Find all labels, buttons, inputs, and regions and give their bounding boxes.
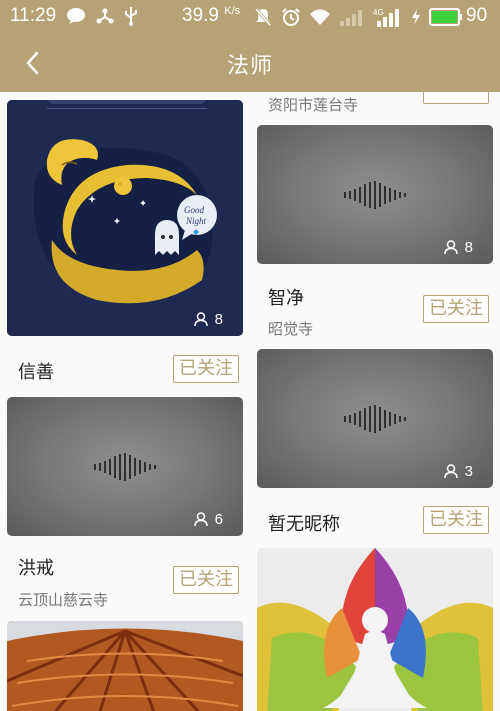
pavilion-roof-image bbox=[7, 621, 243, 711]
person-icon bbox=[443, 464, 458, 479]
status-bar: 11:29 39.9 K/s 4G 90 bbox=[0, 0, 500, 34]
master-card-photo[interactable] bbox=[7, 621, 243, 711]
master-card-illustration[interactable]: Good Night 8 bbox=[7, 100, 243, 336]
masters-grid[interactable]: Good Night 8 信善 已关注 6 洪戒 云顶山慈云寺 已关注 资阳市莲… bbox=[0, 92, 500, 711]
status-speed: 39.9 K/s bbox=[182, 5, 241, 26]
followed-button[interactable]: 已关注 bbox=[423, 506, 489, 534]
followed-button[interactable]: 已关注 bbox=[423, 295, 489, 323]
signal-4g-icon: 4G bbox=[373, 8, 399, 27]
soundwave-icon bbox=[94, 453, 156, 481]
wifi-icon bbox=[310, 9, 330, 25]
usb-icon bbox=[125, 7, 137, 26]
master-card-audio[interactable]: 3 bbox=[257, 349, 493, 488]
status-system-icons: 4G bbox=[253, 6, 463, 28]
followed-button[interactable]: 已关注 bbox=[423, 92, 489, 104]
soundwave-icon bbox=[344, 181, 406, 209]
signal-weak-icon bbox=[340, 10, 362, 26]
page-title: 法师 bbox=[226, 54, 273, 79]
status-battery-level: 90 bbox=[466, 5, 488, 26]
master-name[interactable]: 信善 bbox=[18, 358, 54, 384]
svg-text:4G: 4G bbox=[373, 8, 384, 17]
meditation-lotus-image bbox=[257, 548, 493, 711]
svg-text:Night: Night bbox=[185, 216, 207, 226]
master-name[interactable]: 暂无昵称 bbox=[268, 510, 340, 536]
share-icon bbox=[96, 8, 114, 24]
master-card-audio[interactable]: 8 bbox=[257, 125, 493, 264]
charging-icon bbox=[412, 9, 420, 25]
listener-count: 3 bbox=[443, 463, 473, 480]
master-card-lotus[interactable] bbox=[257, 548, 493, 711]
followed-button[interactable]: 已关注 bbox=[173, 566, 239, 594]
soundwave-icon bbox=[344, 405, 406, 433]
master-card-audio[interactable]: 6 bbox=[7, 397, 243, 536]
master-name[interactable]: 智净 bbox=[268, 284, 304, 310]
status-time: 11:29 bbox=[10, 5, 57, 26]
listener-count: 6 bbox=[193, 511, 223, 528]
mute-icon bbox=[254, 8, 272, 26]
listener-count: 8 bbox=[193, 311, 223, 328]
listener-count: 8 bbox=[443, 239, 473, 256]
chat-icon bbox=[67, 8, 85, 24]
status-notification-icons bbox=[66, 6, 138, 26]
person-icon bbox=[443, 240, 458, 255]
person-icon bbox=[193, 312, 208, 327]
master-location: 云顶山慈云寺 bbox=[18, 591, 109, 609]
master-location: 昭觉寺 bbox=[268, 320, 314, 338]
person-icon bbox=[193, 512, 208, 527]
alarm-icon bbox=[282, 8, 300, 26]
moon-illustration: Good Night bbox=[7, 100, 243, 336]
svg-text:Good: Good bbox=[184, 205, 204, 215]
master-location: 资阳市莲台寺 bbox=[268, 96, 359, 114]
followed-button[interactable]: 已关注 bbox=[173, 355, 239, 383]
navigation-bar: 法师 bbox=[0, 34, 500, 92]
master-name[interactable]: 洪戒 bbox=[18, 554, 54, 580]
battery-icon bbox=[429, 8, 462, 26]
